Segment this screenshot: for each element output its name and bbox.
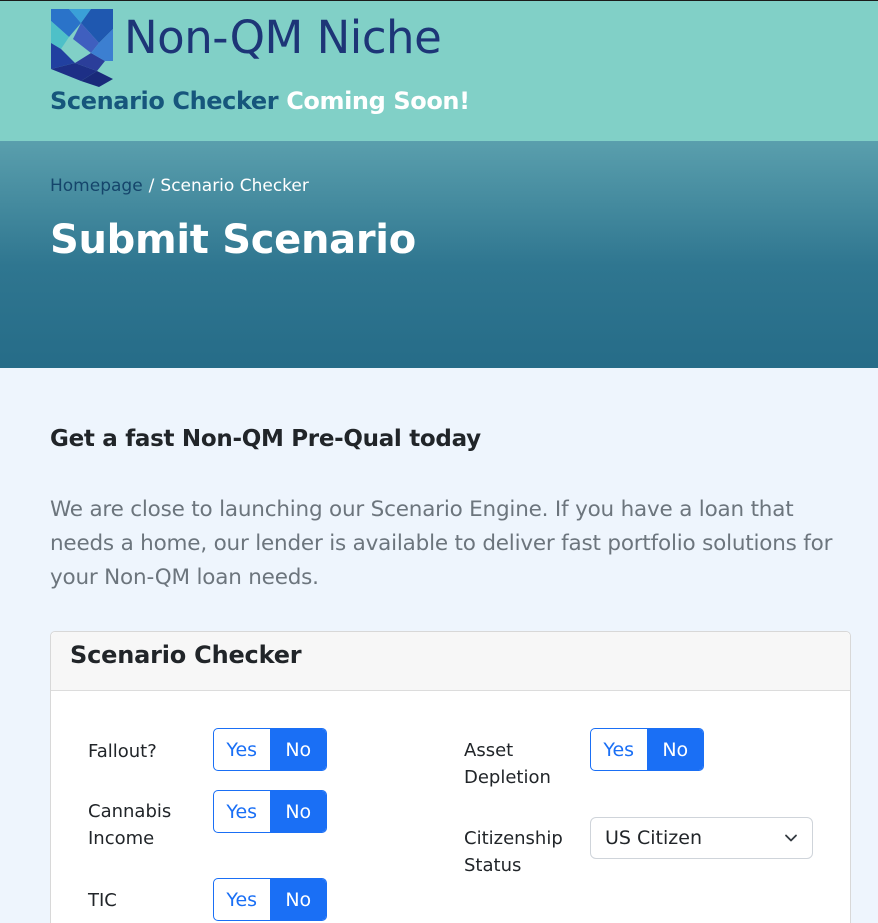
cannabis-income-label: Cannabis Income [88,798,171,852]
citizenship-select[interactable]: US Citizen [590,817,813,859]
hero-banner: Homepage / Scenario Checker Submit Scenari… [0,141,878,368]
asset-label-line1: Asset [464,740,514,761]
cannabis-no-button[interactable]: No [270,791,326,832]
citizenship-status-label: Citizenship Status [464,825,563,879]
fallout-yes-button[interactable]: Yes [214,729,271,770]
tic-label: TIC [88,890,117,911]
tagline: Scenario Checker Coming Soon! [50,87,470,115]
breadcrumb-home-link[interactable]: Homepage [50,176,143,196]
chevron-down-icon [785,834,797,842]
cannabis-income-toggle: Yes No [213,790,327,833]
cannabis-label-line2: Income [88,828,155,849]
tic-yes-button[interactable]: Yes [214,879,271,920]
scenario-checker-card: Scenario Checker Fallout? Yes No Cannabi… [50,631,851,923]
page-title: Submit Scenario [50,217,416,263]
logo-icon[interactable] [51,9,113,87]
cannabis-yes-button[interactable]: Yes [214,791,271,832]
asset-depletion-toggle: Yes No [590,728,704,771]
asset-label-line2: Depletion [464,767,551,788]
site-header: Non-QM Niche Scenario Checker Coming Soo… [0,0,878,141]
intro-heading: Get a fast Non-QM Pre-Qual today [50,426,481,452]
tic-no-button[interactable]: No [270,879,326,920]
asset-yes-button[interactable]: Yes [591,729,648,770]
brand-name[interactable]: Non-QM Niche [124,11,442,64]
cannabis-label-line1: Cannabis [88,801,172,822]
breadcrumb-separator: / [148,176,155,196]
breadcrumb-current: Scenario Checker [160,176,309,196]
tic-toggle: Yes No [213,878,327,921]
asset-no-button[interactable]: No [647,729,703,770]
asset-depletion-label: Asset Depletion [464,737,551,791]
card-title: Scenario Checker [51,632,850,691]
intro-paragraph: We are close to launching our Scenario E… [50,497,833,590]
citizenship-label-line2: Status [464,855,522,876]
fallout-no-button[interactable]: No [270,729,326,770]
tagline-light: Coming Soon! [286,87,470,115]
fallout-label: Fallout? [88,741,157,762]
tagline-dark: Scenario Checker [50,87,279,115]
citizenship-selected-value: US Citizen [605,827,702,849]
breadcrumb: Homepage / Scenario Checker [50,176,309,196]
citizenship-label-line1: Citizenship [464,828,563,849]
fallout-toggle: Yes No [213,728,327,771]
